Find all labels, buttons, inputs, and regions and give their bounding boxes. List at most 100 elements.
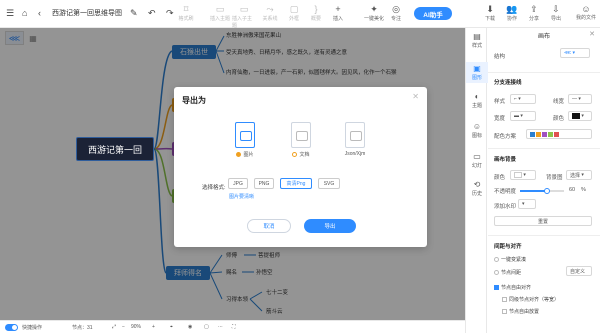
my-files-button[interactable]: ☺ 我的文件 [574, 4, 598, 21]
opacity-label: 不透明度 [494, 189, 517, 195]
reset-button[interactable]: 重置 [494, 216, 592, 226]
insert-topic-button[interactable]: ▭ 插入主题 [208, 4, 232, 22]
line-style-label: 样式 [494, 99, 506, 105]
bg-color-select[interactable]: ▾ [510, 170, 536, 180]
format-doc-option[interactable]: 文档 [286, 122, 316, 158]
format-select-label: 选择格式: [202, 185, 226, 191]
format-image-option[interactable]: 图片 [230, 122, 260, 158]
quick-ops-label: 快捷操作 [22, 325, 43, 331]
line-width-label: 线宽 [553, 99, 565, 105]
root-node[interactable]: 西游记第一回 [76, 137, 154, 161]
taper-select[interactable]: ▬ ▾ [510, 111, 536, 121]
opacity-slider[interactable] [520, 188, 564, 194]
bg-image-select[interactable]: 选择 ▾ [566, 170, 592, 180]
bg-image-label: 背景图 [546, 175, 563, 181]
option-png[interactable]: PNG [254, 178, 274, 189]
structure-label: 结构 [494, 54, 506, 60]
focus-button[interactable]: ◎ 专注 [384, 4, 408, 22]
ai-assistant-button[interactable]: AI助手 [414, 7, 452, 20]
clarity-link[interactable]: 图片要清晰 [229, 193, 254, 200]
edit-icon[interactable]: ✎ [130, 8, 138, 19]
watermark-select[interactable]: ▾ [518, 199, 536, 209]
frame-button[interactable]: ▢ 外框 [282, 4, 306, 22]
undo-icon[interactable]: ↶ [148, 8, 156, 19]
status-bar: 快捷操作 节点：31 ⤢ − 90% + ⌖ ◉ ▢ ⋯ ⛶ [0, 320, 465, 333]
node-spacing-option[interactable]: 节点间距 [494, 269, 521, 276]
fit-icon[interactable]: ⤢ [112, 324, 116, 330]
option-svg[interactable]: SVG [318, 178, 340, 189]
section-branch: 分支连接线 [494, 80, 522, 86]
quick-ops-toggle[interactable] [5, 324, 18, 331]
line-style-select[interactable]: ⌐ ▾ [510, 94, 536, 104]
dialog-title: 导出为 [182, 96, 206, 105]
minimap-icon[interactable]: ▢ [204, 324, 209, 330]
option-hd-png[interactable]: 高清Png [280, 178, 312, 189]
compact-option[interactable]: 一键变紧凑 [494, 256, 526, 263]
location-icon[interactable]: ◉ [188, 324, 192, 330]
strip-shape[interactable]: ▣ 图形 [466, 62, 488, 83]
more-icon[interactable]: ⋯ [218, 324, 223, 330]
divider [488, 148, 600, 149]
insert-subtopic-button[interactable]: ▭ 插入子主题 [232, 4, 256, 29]
close-icon[interactable]: ✕ [412, 92, 419, 101]
redo-icon[interactable]: ↷ [166, 8, 174, 19]
panel-title: 画布 [537, 34, 550, 40]
insert-button[interactable]: + 插入 [326, 4, 350, 22]
radio-icon[interactable] [292, 152, 298, 157]
export-confirm-button[interactable]: 导出 [304, 219, 356, 233]
slides-icon: ▭ [473, 152, 481, 161]
smile-icon: ☺ [472, 122, 482, 131]
collaborate-button[interactable]: 👥 协作 [500, 4, 524, 22]
strip-slides[interactable]: ▭ 幻灯 [466, 152, 488, 169]
beautify-button[interactable]: ✦ 一键美化 [362, 4, 386, 22]
color-swatch [572, 113, 580, 119]
zoom-level[interactable]: 90% [131, 324, 141, 330]
right-icon-strip: ▤ 样式 ▣ 图形 ◐ 主题 ☺ 图标 ▭ 幻灯 ⟲ 历史 [465, 28, 488, 333]
palette-select[interactable] [526, 129, 592, 139]
close-icon[interactable]: ✕ [589, 30, 595, 38]
divider [488, 235, 600, 236]
watermark-label: 添加水印 [494, 204, 517, 210]
strip-style[interactable]: ▤ 样式 [466, 32, 488, 49]
line-width-select[interactable]: — ▾ [568, 94, 592, 104]
same-level-align-checkbox[interactable]: 同级节点对齐（等宽） [502, 296, 559, 303]
export-button[interactable]: ⇩ 导出 [544, 4, 568, 22]
radio-icon[interactable] [236, 152, 242, 157]
opacity-value[interactable]: 60 [569, 187, 575, 193]
format-painter-button[interactable]: ⌑ 格式刷 [174, 4, 198, 22]
history-icon: ⟲ [473, 180, 481, 189]
summary-button[interactable]: } 概要 [304, 4, 328, 22]
structure-select[interactable]: ⋘ ▾ [560, 48, 590, 58]
opacity-unit: % [581, 187, 586, 193]
cancel-button[interactable]: 取消 [247, 219, 291, 233]
strip-icons[interactable]: ☺ 图标 [466, 122, 488, 139]
image-file-icon [235, 122, 255, 148]
relation-line-button[interactable]: ⤳ 关系线 [258, 4, 282, 22]
locate-icon[interactable]: ⌖ [170, 324, 173, 330]
top-toolbar: ☰ ⌂ ‹ 西游记第一回思维导图 ✎ ↶ ↷ ⌑ 格式刷 ▭ 插入主题 ▭ 插入子主题… [0, 0, 600, 29]
free-align-checkbox[interactable]: 节点自由对齐 [494, 284, 531, 291]
share-button[interactable]: ⇪ 分享 [522, 4, 546, 22]
zoom-in-icon[interactable]: + [152, 324, 155, 330]
option-jpg[interactable]: JPG [228, 178, 248, 189]
strip-history[interactable]: ⟲ 历史 [466, 180, 488, 197]
strip-theme[interactable]: ◐ 主题 [466, 92, 488, 109]
fullscreen-icon[interactable]: ⛶ [232, 324, 236, 330]
node-count: 节点：31 [72, 325, 93, 331]
theme-icon: ◐ [474, 92, 480, 101]
bg-color-label: 颜色 [494, 175, 506, 181]
custom-spacing-button[interactable]: 自定义 [566, 266, 592, 276]
section-background: 画布背景 [494, 157, 517, 163]
download-button[interactable]: ⬇ 下载 [478, 4, 502, 22]
back-icon[interactable]: ‹ [38, 8, 41, 18]
menu-icon[interactable]: ☰ [6, 8, 14, 19]
palette-label: 配色方案 [494, 134, 517, 140]
free-place-checkbox[interactable]: 节点自由放置 [502, 308, 539, 315]
line-color-label: 颜色 [553, 116, 565, 122]
zoom-out-icon[interactable]: − [122, 324, 125, 330]
line-color-select[interactable]: ▾ [568, 111, 592, 121]
format-json-option[interactable]: Json/Xjm [340, 122, 370, 157]
user-icon: ☺ [581, 4, 591, 14]
home-icon[interactable]: ⌂ [22, 8, 27, 18]
document-title[interactable]: 西游记第一回思维导图 [52, 8, 122, 18]
